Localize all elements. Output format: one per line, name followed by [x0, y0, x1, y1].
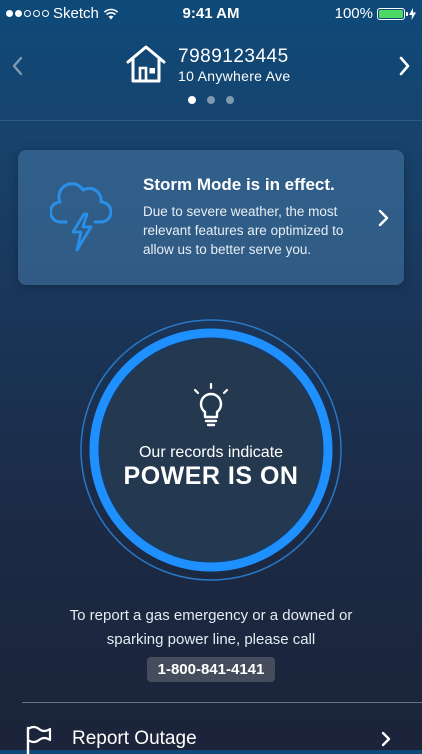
- storm-cloud-icon: [50, 182, 112, 252]
- page-dot[interactable]: [188, 96, 196, 104]
- power-status-text: POWER IS ON: [123, 462, 299, 490]
- account-number: 7989123445: [178, 46, 289, 67]
- account-address: 10 Anywhere Ave: [178, 68, 291, 84]
- chevron-right-icon: [381, 731, 391, 747]
- page-dot[interactable]: [207, 96, 215, 104]
- report-outage-label: Report Outage: [72, 728, 197, 749]
- house-icon: [126, 45, 166, 83]
- battery-percent: 100%: [334, 5, 373, 22]
- emergency-phone-button[interactable]: 1-800-841-4141: [147, 657, 275, 682]
- power-status-subtitle: Our records indicate: [138, 444, 284, 461]
- gas-emergency-text: To report a gas emergency or a downed or…: [69, 607, 353, 648]
- report-outage-row[interactable]: Report Outage: [0, 710, 422, 754]
- storm-mode-title: Storm Mode is in effect.: [143, 175, 335, 194]
- page-indicator: [0, 96, 422, 104]
- battery-icon: [377, 7, 408, 20]
- charging-bolt-icon: [409, 7, 416, 20]
- battery-fill: [379, 9, 403, 18]
- page-dot[interactable]: [226, 96, 234, 104]
- chevron-left-icon[interactable]: [8, 54, 28, 78]
- status-bar: Sketch 9:41 AM 100%: [0, 0, 422, 26]
- storm-mode-card[interactable]: Storm Mode is in effect. Due to severe w…: [18, 150, 404, 285]
- chevron-right-icon[interactable]: [394, 54, 414, 78]
- list-divider: [22, 702, 422, 703]
- lightbulb-icon: [193, 382, 229, 427]
- header-divider: [0, 120, 422, 121]
- account-switcher: 7989123445 10 Anywhere Ave: [0, 40, 422, 110]
- chevron-right-icon: [378, 209, 389, 227]
- status-right: 100%: [335, 5, 416, 22]
- storm-mode-description: Due to severe weather, the most relevant…: [143, 204, 344, 257]
